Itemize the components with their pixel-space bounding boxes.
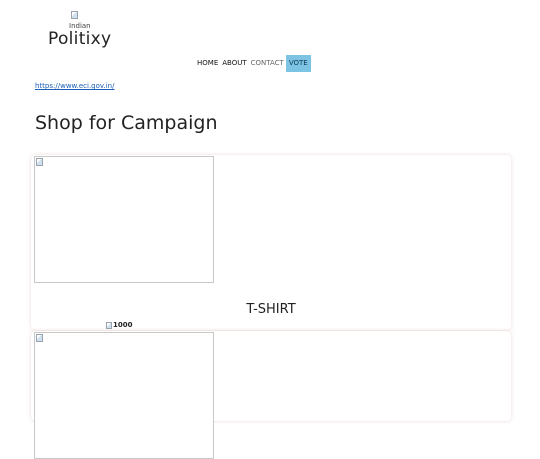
nav-home[interactable]: HOME bbox=[195, 55, 220, 72]
page-title: Shop for Campaign bbox=[35, 112, 218, 134]
product-name: T-SHIRT bbox=[246, 302, 296, 317]
nav-about[interactable]: ABOUT bbox=[220, 55, 248, 72]
product-image bbox=[34, 156, 214, 283]
nav-contact[interactable]: CONTACT bbox=[249, 55, 286, 72]
main-nav: HOME ABOUT CONTACT VOTE bbox=[195, 55, 311, 72]
broken-image-icon bbox=[106, 321, 112, 329]
logo-image: Indian bbox=[69, 11, 93, 31]
product-card[interactable] bbox=[31, 331, 511, 459]
product-image bbox=[34, 332, 214, 459]
brand-name[interactable]: Politixy bbox=[48, 29, 111, 49]
broken-image-icon bbox=[36, 334, 43, 342]
product-price: 1000 bbox=[106, 321, 132, 329]
nav-vote[interactable]: VOTE bbox=[285, 55, 311, 72]
broken-image-icon bbox=[36, 158, 43, 166]
broken-image-icon bbox=[71, 11, 78, 19]
eci-link[interactable]: https://www.eci.gov.in/ bbox=[35, 82, 114, 90]
product-card[interactable]: T-SHIRT bbox=[31, 155, 511, 330]
product-price-value: 1000 bbox=[113, 321, 133, 329]
